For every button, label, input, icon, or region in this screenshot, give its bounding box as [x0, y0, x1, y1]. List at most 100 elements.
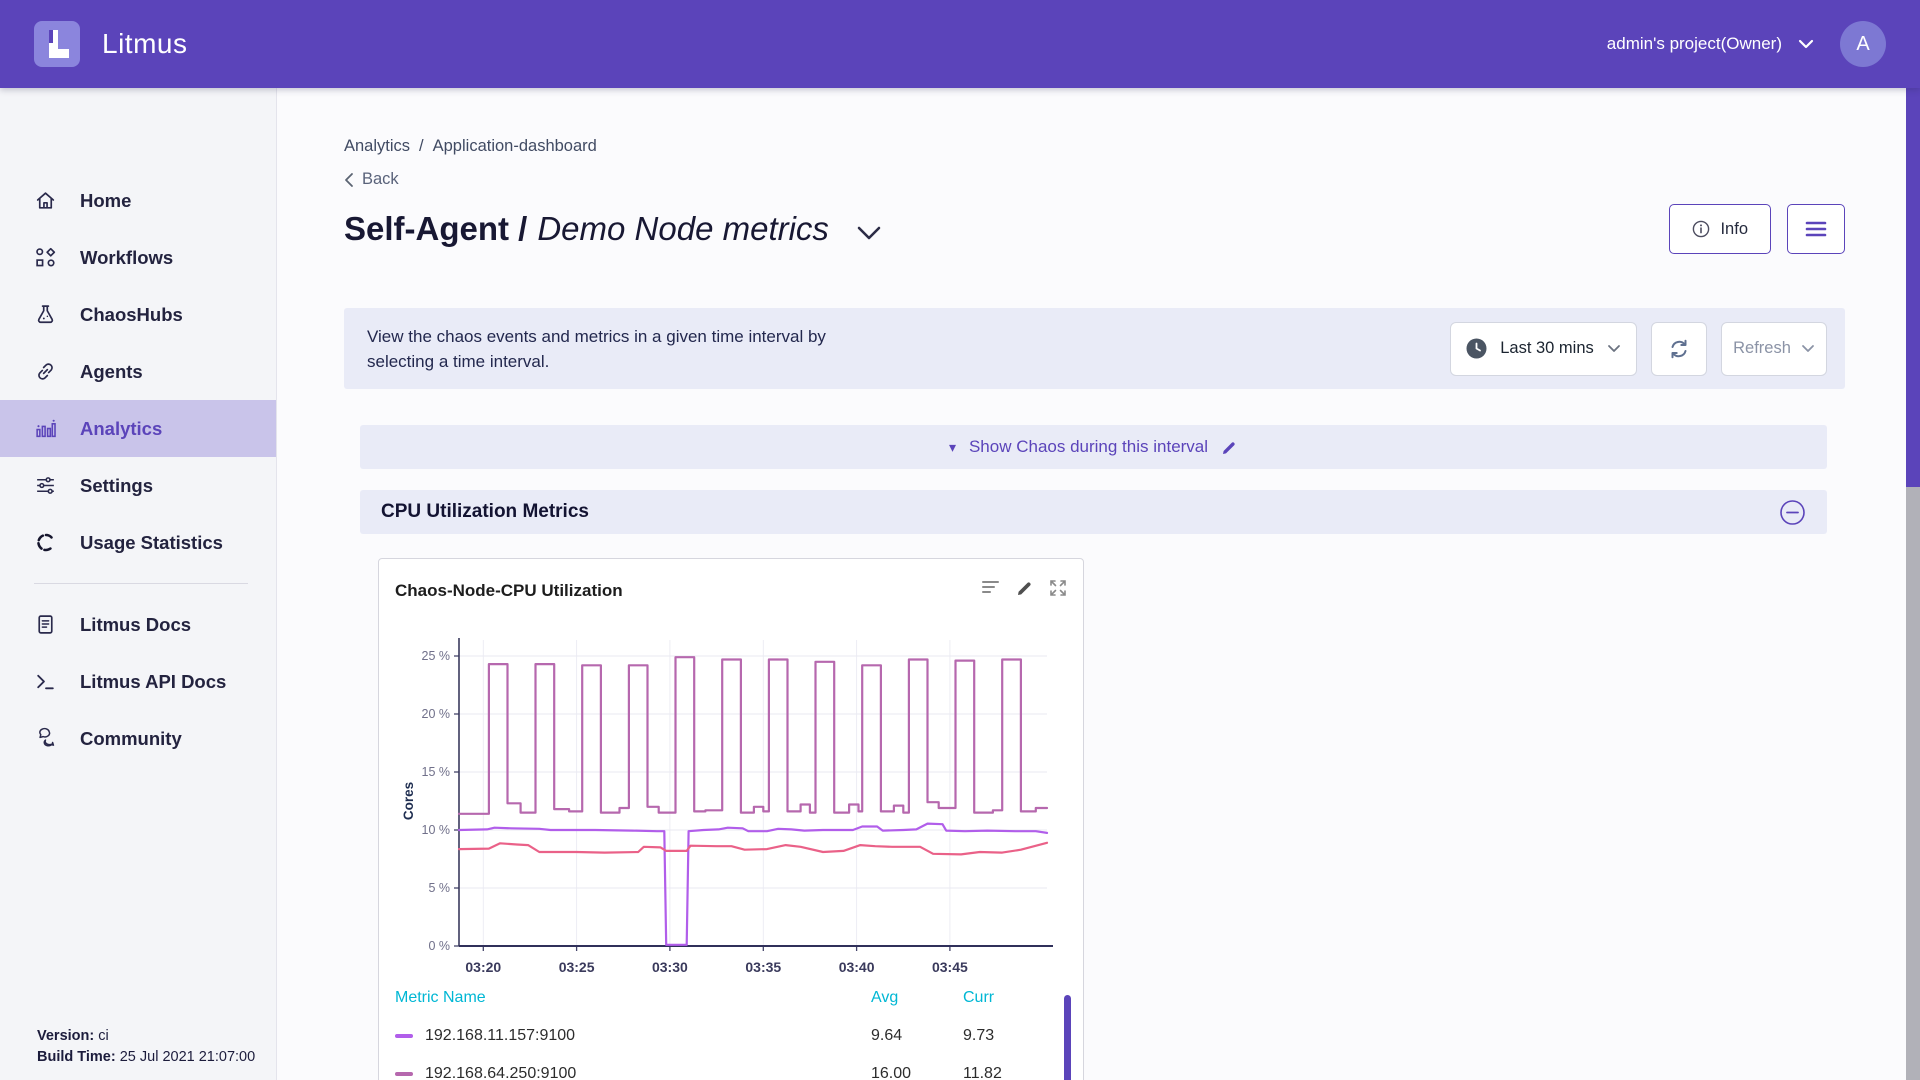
sidebar-item-settings[interactable]: Settings: [0, 457, 276, 514]
chart-legend: Metric Name Avg Curr 192.168.11.157:9100…: [395, 989, 1067, 1080]
breadcrumb-analytics[interactable]: Analytics: [344, 137, 410, 156]
sidebar-item-label: Workflows: [80, 247, 173, 269]
info-button[interactable]: Info: [1669, 204, 1771, 254]
project-selector[interactable]: admin's project(Owner): [1607, 34, 1814, 54]
series-color-dash: [395, 1072, 413, 1076]
analytics-icon: [34, 417, 57, 440]
sidebar-item-label: Settings: [80, 475, 153, 497]
reload-button[interactable]: [1651, 322, 1707, 376]
chart-edit-pencil-icon[interactable]: [1016, 579, 1034, 597]
sidebar-item-label: Litmus Docs: [80, 614, 191, 636]
time-range-dropdown[interactable]: Last 30 mins: [1450, 322, 1637, 376]
sidebar-item-chaoshubs[interactable]: ChaosHubs: [0, 286, 276, 343]
terminal-icon: [34, 670, 57, 693]
time-interval-strip: View the chaos events and metrics in a g…: [344, 308, 1845, 389]
usage-icon: [34, 531, 57, 554]
page-title: Self-Agent / Demo Node metrics: [344, 210, 881, 248]
link-icon: [34, 360, 57, 383]
page-scrollbar-track[interactable]: [1906, 88, 1920, 1080]
svg-text:03:45: 03:45: [932, 959, 968, 975]
minus-circle-icon: [1779, 499, 1806, 526]
show-chaos-toggle[interactable]: ▾ Show Chaos during this interval: [360, 425, 1827, 469]
sidebar-item-usage-statistics[interactable]: Usage Statistics: [0, 514, 276, 571]
svg-text:03:30: 03:30: [652, 959, 688, 975]
chevron-down-icon: [1607, 344, 1621, 353]
sidebar-item-label: ChaosHubs: [80, 304, 183, 326]
sidebar-item-agents[interactable]: Agents: [0, 343, 276, 400]
sidebar-item-label: Analytics: [80, 418, 162, 440]
cpu-utilization-chart-card: Chaos-Node-CPU Utilization 03:2003:: [378, 558, 1084, 1080]
dashboard-menu-button[interactable]: [1787, 204, 1845, 254]
svg-text:0 %: 0 %: [428, 939, 450, 953]
series-color-dash: [395, 1034, 413, 1038]
top-navbar: Litmus admin's project(Owner) A: [0, 0, 1920, 88]
document-icon: [34, 613, 57, 636]
page-title-agent: Self-Agent /: [344, 210, 527, 248]
page-title-dashboard: Demo Node metrics: [537, 210, 829, 248]
workflows-icon: [34, 246, 57, 269]
dropdown-triangle-icon: ▾: [949, 439, 956, 456]
breadcrumb-application-dashboard[interactable]: Application-dashboard: [433, 137, 597, 156]
chart-expand-icon[interactable]: [1049, 579, 1067, 597]
chart-options-icon[interactable]: [981, 579, 1001, 597]
info-icon: [1692, 220, 1710, 238]
main-content: Analytics / Application-dashboard Back S…: [278, 88, 1906, 1080]
sidebar-item-label: Litmus API Docs: [80, 671, 226, 693]
section-title: CPU Utilization Metrics: [381, 501, 589, 523]
sidebar: Home Workflows ChaosHubs Agents: [0, 88, 277, 1080]
svg-text:03:35: 03:35: [745, 959, 781, 975]
sliders-icon: [34, 474, 57, 497]
back-button[interactable]: Back: [344, 170, 1906, 189]
svg-text:03:20: 03:20: [465, 959, 501, 975]
interval-note: View the chaos events and metrics in a g…: [367, 324, 887, 374]
cpu-utilization-section-header: CPU Utilization Metrics: [360, 490, 1827, 534]
sidebar-item-label: Community: [80, 728, 182, 750]
home-icon: [34, 189, 57, 212]
legend-header-metric: Metric Name: [395, 989, 871, 1007]
legend-row[interactable]: 192.168.11.157:9100 9.64 9.73: [395, 1027, 1033, 1045]
community-icon: [34, 727, 57, 750]
collapse-section-button[interactable]: [1779, 499, 1806, 526]
breadcrumb: Analytics / Application-dashboard: [344, 137, 1906, 156]
legend-row[interactable]: 192.168.64.250:9100 16.00 11.82: [395, 1065, 1033, 1080]
legend-scrollbar[interactable]: [1064, 995, 1071, 1080]
sidebar-item-home[interactable]: Home: [0, 172, 276, 229]
sidebar-divider: [34, 583, 248, 584]
svg-text:Cores: Cores: [401, 782, 416, 820]
project-selector-label: admin's project(Owner): [1607, 34, 1782, 54]
sidebar-item-community[interactable]: Community: [0, 710, 276, 767]
svg-text:5 %: 5 %: [428, 881, 450, 895]
clock-icon: [1466, 338, 1487, 359]
svg-text:25 %: 25 %: [422, 649, 451, 663]
sidebar-item-label: Usage Statistics: [80, 532, 223, 554]
flask-icon: [34, 303, 57, 326]
legend-header-avg: Avg: [871, 989, 963, 1007]
svg-text:20 %: 20 %: [422, 707, 451, 721]
legend-header-curr: Curr: [963, 989, 1033, 1007]
avatar[interactable]: A: [1840, 21, 1886, 67]
sidebar-item-label: Agents: [80, 361, 143, 383]
svg-text:10 %: 10 %: [422, 823, 451, 837]
chart-title: Chaos-Node-CPU Utilization: [395, 573, 623, 601]
chevron-down-icon: [1801, 344, 1815, 353]
svg-text:15 %: 15 %: [422, 765, 451, 779]
svg-text:03:40: 03:40: [839, 959, 875, 975]
chevron-left-icon: [344, 172, 354, 188]
title-chevron-down-icon[interactable]: [857, 226, 881, 240]
sidebar-item-analytics[interactable]: Analytics: [0, 400, 276, 457]
sidebar-item-litmus-docs[interactable]: Litmus Docs: [0, 596, 276, 653]
breadcrumb-separator: /: [419, 137, 424, 156]
sidebar-item-label: Home: [80, 190, 131, 212]
sidebar-item-workflows[interactable]: Workflows: [0, 229, 276, 286]
page-scrollbar-thumb[interactable]: [1906, 88, 1920, 487]
cpu-utilization-chart: 03:20 03:25 03:30 03:35 03:40 03:45 0 % 5 % 10 %…: [395, 617, 1067, 985]
refresh-dropdown[interactable]: Refresh: [1721, 322, 1827, 376]
chevron-down-icon: [1798, 39, 1814, 49]
svg-text:03:25: 03:25: [559, 959, 595, 975]
version-info: Version: ci Build Time: 25 Jul 2021 21:0…: [37, 1026, 255, 1068]
refresh-icon: [1667, 337, 1691, 361]
edit-pencil-icon[interactable]: [1221, 439, 1238, 456]
hamburger-icon: [1805, 221, 1827, 237]
sidebar-item-litmus-api-docs[interactable]: Litmus API Docs: [0, 653, 276, 710]
brand-name: Litmus: [102, 28, 187, 60]
